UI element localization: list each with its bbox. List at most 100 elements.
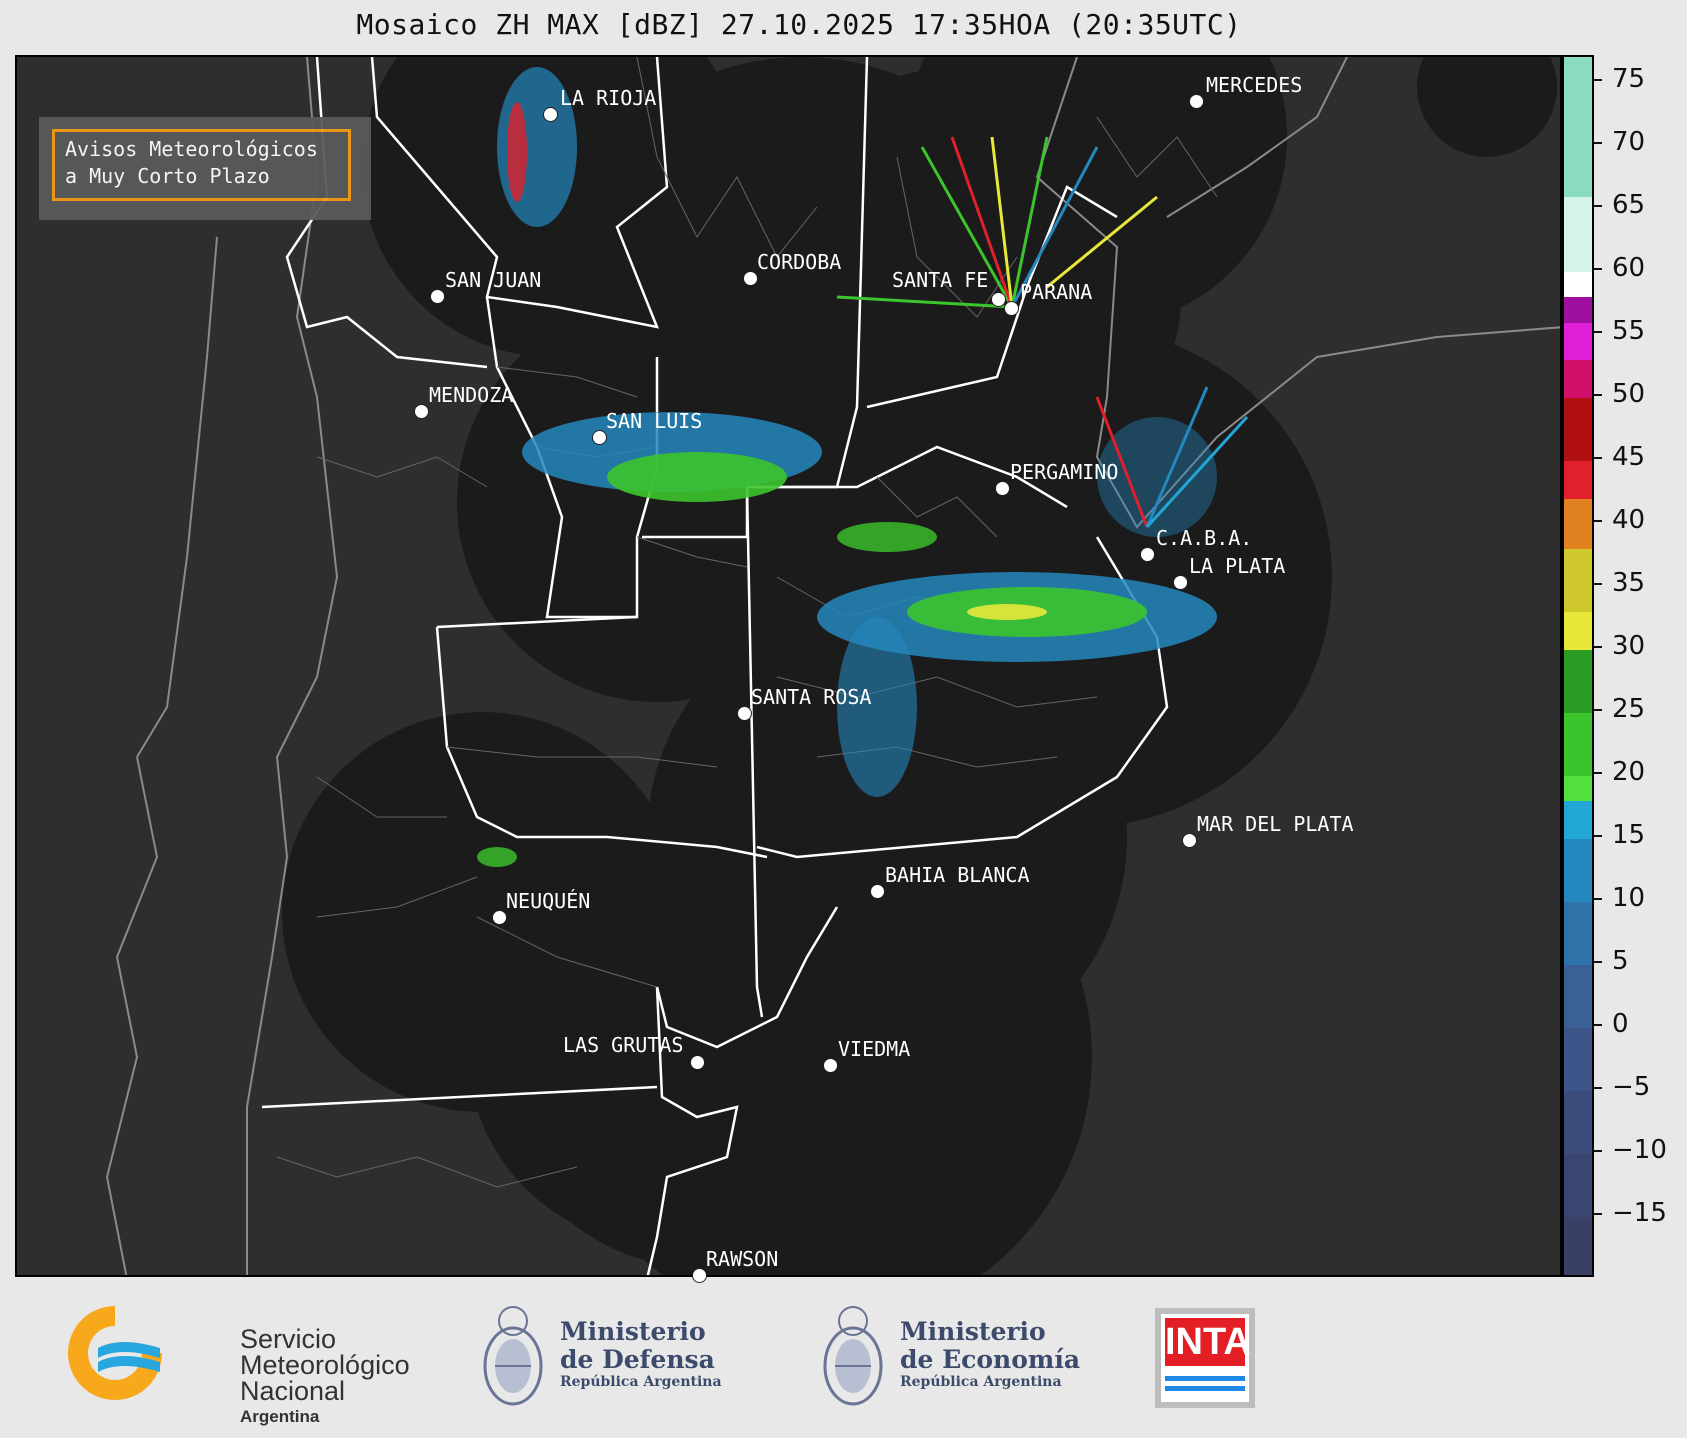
- radar-map[interactable]: Avisos Meteorológicos a Muy Corto Plazo: [15, 55, 1562, 1277]
- colorbar-tick-mark: [1594, 583, 1602, 586]
- city-marker-san-juan[interactable]: [430, 289, 445, 304]
- colorbar-band: [1564, 1216, 1592, 1275]
- city-marker-viedma[interactable]: [823, 1058, 838, 1073]
- colorbar-tick-label: 50: [1612, 379, 1646, 410]
- city-marker-neuquen[interactable]: [492, 910, 507, 925]
- colorbar-tick-label: 20: [1612, 757, 1646, 788]
- colorbar-band: [1564, 497, 1592, 550]
- defensa-text: Ministerio de Defensa República Argentin…: [560, 1318, 722, 1391]
- city-label-parana: PARANA: [1020, 280, 1093, 304]
- national-coat-of-arms-icon-2: [823, 1306, 883, 1406]
- colorbar-tick-mark: [1594, 1213, 1602, 1215]
- city-label-las-grutas: LAS GRUTAS: [563, 1033, 684, 1057]
- colorbar-tick-label: 10: [1612, 883, 1646, 914]
- smn-logo: Servicio Meteorológico Nacional Argentin…: [60, 1298, 410, 1426]
- smn-line-2: Meteorológico: [240, 1350, 410, 1380]
- colorbar-band: [1564, 296, 1592, 323]
- colorbar-tick-mark: [1594, 205, 1602, 208]
- inta-stripe-2: [1165, 1386, 1245, 1391]
- colorbar-band: [1564, 321, 1592, 361]
- city-marker-mar-del-plata[interactable]: [1182, 833, 1197, 848]
- colorbar-band: [1564, 649, 1592, 714]
- city-label-santa-rosa: SANTA ROSA: [751, 685, 872, 709]
- colorbar-tick-label: 65: [1612, 190, 1646, 221]
- colorbar-tick-mark: [1594, 79, 1602, 82]
- colorbar-band: [1564, 1027, 1592, 1092]
- city-label-la-plata: LA PLATA: [1189, 554, 1286, 578]
- city-label-caba: C.A.B.A.: [1156, 526, 1253, 550]
- ministerio-defensa-logo: Ministerio de Defensa República Argentin…: [478, 1296, 728, 1416]
- colorbar-band: [1564, 397, 1592, 462]
- city-label-neuquen: NEUQUÉN: [506, 889, 591, 913]
- colorbar-tick-label: 45: [1612, 442, 1646, 473]
- city-marker-cordoba[interactable]: [743, 271, 758, 286]
- city-label-mercedes: MERCEDES: [1206, 73, 1303, 97]
- ministerio-economia-logo: Ministerio de Economía República Argenti…: [818, 1296, 1088, 1416]
- colorbar: [1562, 55, 1594, 1277]
- city-label-la-rioja: LA RIOJA: [560, 86, 657, 110]
- city-label-san-juan: SAN JUAN: [445, 268, 542, 292]
- colorbar-tick-mark: [1594, 709, 1602, 712]
- colorbar-tick-mark: [1594, 142, 1602, 145]
- colorbar-tick-label: 60: [1612, 253, 1646, 284]
- smn-line-1: Servicio: [240, 1324, 337, 1354]
- colorbar-band: [1564, 195, 1592, 273]
- city-label-santa-fe: SANTA FE: [892, 268, 989, 292]
- notice-label: Avisos Meteorológicos a Muy Corto Plazo: [52, 129, 351, 201]
- colorbar-tick-label: 25: [1612, 694, 1646, 725]
- colorbar-band: [1564, 460, 1592, 499]
- smn-text: Servicio Meteorológico Nacional Argentin…: [240, 1326, 410, 1430]
- colorbar-band: [1564, 838, 1592, 903]
- city-marker-mercedes[interactable]: [1189, 94, 1204, 109]
- colorbar-tick-label: −10: [1612, 1135, 1667, 1166]
- inta-text: INTA: [1165, 1318, 1251, 1366]
- smn-country: Argentina: [240, 1407, 320, 1426]
- colorbar-tick-label: 0: [1612, 1009, 1629, 1040]
- city-marker-san-luis[interactable]: [592, 430, 607, 445]
- colorbar-tick-label: 15: [1612, 820, 1646, 851]
- colorbar-tick-mark: [1594, 331, 1602, 334]
- notice-line-1: Avisos Meteorológicos: [65, 137, 318, 161]
- radar-coverage-areas: [282, 57, 1557, 1275]
- colorbar-band: [1564, 548, 1592, 613]
- notice-panel: Avisos Meteorológicos a Muy Corto Plazo: [39, 117, 371, 220]
- colorbar-tick-label: 55: [1612, 316, 1646, 347]
- colorbar-tick-mark: [1594, 1087, 1602, 1090]
- city-label-viedma: VIEDMA: [838, 1037, 911, 1061]
- colorbar-tick-mark: [1594, 961, 1602, 964]
- city-marker-la-plata[interactable]: [1173, 575, 1188, 590]
- colorbar-tick-mark: [1594, 898, 1602, 901]
- map-title: Mosaico ZH MAX [dBZ] 27.10.2025 17:35HOA…: [356, 8, 1242, 41]
- city-marker-las-grutas[interactable]: [690, 1055, 705, 1070]
- colorbar-band: [1564, 271, 1592, 298]
- colorbar-band: [1564, 901, 1592, 966]
- city-marker-parana[interactable]: [1004, 301, 1019, 316]
- colorbar-tick-mark: [1594, 646, 1602, 649]
- smn-emblem-icon: [68, 1306, 162, 1400]
- city-marker-la-rioja[interactable]: [543, 107, 558, 122]
- colorbar-tick-mark: [1594, 394, 1602, 397]
- colorbar-tick-mark: [1594, 268, 1602, 271]
- colorbar-band: [1564, 800, 1592, 840]
- inta-stripe-1: [1165, 1376, 1245, 1381]
- city-marker-caba[interactable]: [1140, 547, 1155, 562]
- colorbar-tick-mark: [1594, 1024, 1602, 1027]
- economia-line-1: Ministerio: [900, 1317, 1046, 1346]
- defensa-sub: República Argentina: [560, 1374, 722, 1390]
- city-label-san-luis: SAN LUIS: [606, 409, 703, 433]
- city-label-mar-del-plata: MAR DEL PLATA: [1197, 812, 1354, 836]
- colorbar-tick-label: 30: [1612, 631, 1646, 662]
- city-marker-mendoza[interactable]: [414, 404, 429, 419]
- economia-sub: República Argentina: [900, 1374, 1062, 1390]
- city-marker-pergamino[interactable]: [995, 481, 1010, 496]
- logo-footer: Servicio Meteorológico Nacional Argentin…: [0, 1278, 1687, 1438]
- city-label-mendoza: MENDOZA: [429, 383, 514, 407]
- smn-line-3: Nacional: [240, 1376, 346, 1406]
- city-marker-bahia-blanca[interactable]: [870, 884, 885, 899]
- economia-line-2: de Economía: [900, 1345, 1081, 1374]
- notice-line-2: a Muy Corto Plazo: [65, 164, 270, 188]
- colorbar-tick-mark: [1594, 772, 1602, 775]
- city-marker-santa-rosa[interactable]: [737, 706, 752, 721]
- colorbar-tick-label: 70: [1612, 127, 1646, 158]
- colorbar-tick-label: 40: [1612, 505, 1646, 536]
